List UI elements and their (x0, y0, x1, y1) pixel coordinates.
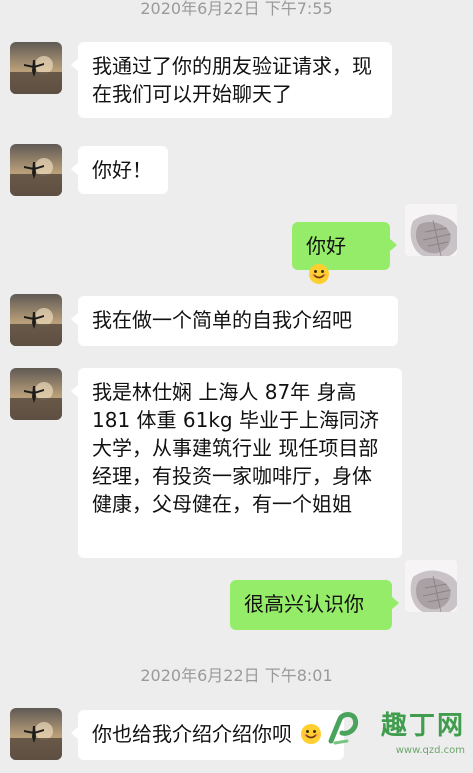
message-text: 我通过了你的朋友验证请求，现在我们可以开始聊天了 (92, 54, 372, 106)
sketch-avatar-image (405, 560, 457, 612)
user-avatar[interactable] (405, 560, 457, 612)
message-text: 你好 (306, 234, 346, 258)
site-watermark: 趣丁网 www.qzd.com (325, 703, 465, 765)
watermark-brand-text: 趣丁网 (380, 711, 465, 741)
message-text: 很高兴认识你 (244, 592, 364, 616)
sunset-avatar-image (10, 42, 62, 94)
sunset-avatar-image (10, 294, 62, 346)
contact-avatar[interactable] (10, 144, 62, 196)
message-text: 我是林仕娴 上海人 87年 身高181 体重 61kg 毕业于上海同济大学，从事… (92, 380, 379, 516)
sketch-avatar-image (405, 204, 457, 256)
timestamp: 2020年6月22日 下午7:55 (140, 0, 333, 18)
incoming-message-bubble[interactable]: 我通过了你的朋友验证请求，现在我们可以开始聊天了 (71, 42, 392, 118)
incoming-message-bubble[interactable]: 我是林仕娴 上海人 87年 身高181 体重 61kg 毕业于上海同济大学，从事… (71, 368, 402, 558)
contact-avatar[interactable] (10, 368, 62, 420)
sunset-avatar-image (10, 144, 62, 196)
contact-avatar[interactable] (10, 294, 62, 346)
incoming-message-bubble[interactable]: 我在做一个简单的自我介绍吧 (71, 296, 398, 346)
message-text: 我在做一个简单的自我介绍吧 (92, 308, 352, 332)
message-text: 你好！ (92, 158, 152, 182)
user-avatar[interactable] (405, 204, 457, 256)
watermark-url-text: www.qzd.com (395, 745, 465, 756)
contact-avatar[interactable] (10, 708, 62, 760)
outgoing-message-bubble[interactable]: 你好 (292, 222, 397, 284)
chat-window: 2020年6月22日 下午7:55 我通过了你的朋友验证请求，现在我们可以开始聊… (0, 0, 473, 773)
incoming-message-bubble[interactable]: 你也给我介绍介绍你呗 (71, 710, 344, 760)
contact-avatar[interactable] (10, 42, 62, 94)
smile-emoji (300, 723, 322, 752)
smile-emoji (308, 263, 330, 292)
sunset-avatar-image (10, 708, 62, 760)
watermark-logo-icon (328, 712, 359, 745)
sunset-avatar-image (10, 368, 62, 420)
outgoing-message-bubble[interactable]: 很高兴认识你 (230, 580, 399, 630)
timestamp: 2020年6月22日 下午8:01 (140, 666, 333, 685)
incoming-message-bubble[interactable]: 你好！ (71, 146, 168, 194)
message-text: 你也给我介绍介绍你呗 (92, 722, 292, 746)
